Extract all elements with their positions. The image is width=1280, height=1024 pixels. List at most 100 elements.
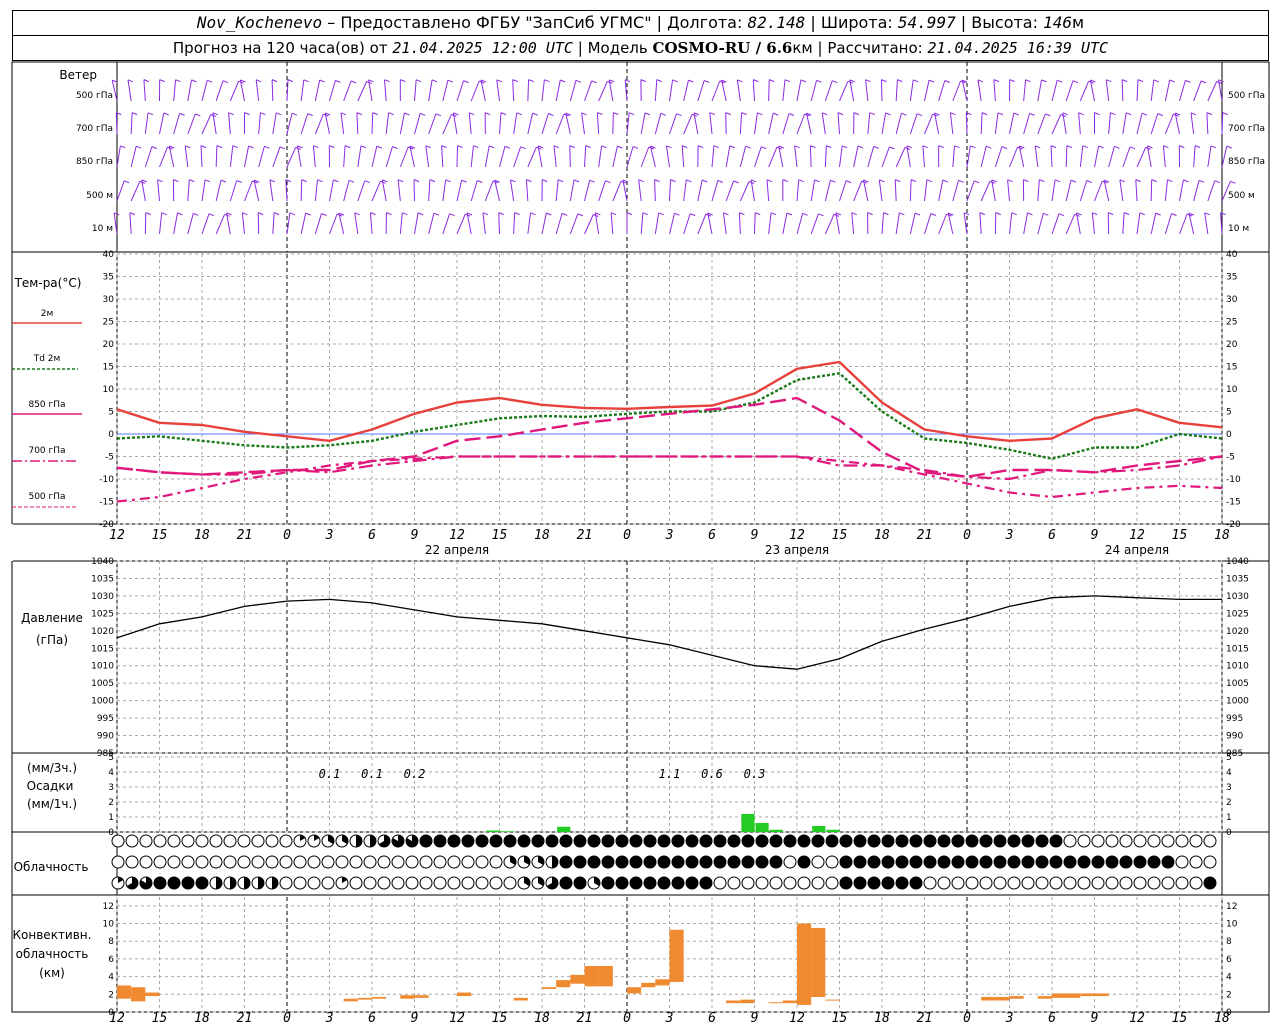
wind-shaft [269, 179, 274, 202]
wind-feather [504, 145, 511, 149]
wind-barb [654, 212, 664, 235]
wind-feather [1171, 213, 1177, 216]
wind-feather [1025, 79, 1031, 83]
wind-barb [143, 79, 150, 102]
wind-barb [1050, 145, 1057, 168]
wind-shaft [681, 145, 685, 168]
wind-shaft [442, 80, 449, 102]
cloud-circle [531, 834, 545, 848]
wind-shaft [456, 179, 463, 202]
cloud-symbol [125, 876, 139, 890]
cloud-circle [321, 855, 335, 869]
wind-barb [961, 79, 968, 102]
x-tick-bottom-13: 3 [665, 1011, 674, 1024]
cloud-circle [1105, 876, 1119, 890]
cloud-symbol [461, 834, 475, 848]
conv-bar-9 [513, 997, 528, 1001]
wind-barb [442, 79, 454, 102]
wind-barb [1207, 145, 1217, 168]
wind-barb [895, 112, 907, 135]
wind-shaft [1065, 214, 1076, 235]
cloud-symbol [433, 834, 447, 848]
cloud-title: Облачность [14, 860, 89, 874]
wind-shaft [569, 145, 571, 168]
cloud-symbol [1105, 876, 1119, 890]
cloud-symbol [265, 876, 279, 890]
wind-barb [1009, 112, 1019, 135]
cloud-symbol [727, 834, 741, 848]
wind-feather [986, 145, 992, 149]
cloud-symbol [1063, 876, 1077, 890]
wind-shaft [1122, 146, 1131, 168]
wind-feather [814, 179, 820, 183]
cloud-symbol [1133, 876, 1147, 890]
cloud-symbol [125, 834, 139, 848]
cloud-circle [1175, 834, 1189, 848]
wind-shaft [1009, 112, 1015, 135]
wind-barb [328, 145, 335, 168]
day-label-0: 22 апреля [425, 543, 489, 557]
wind-shaft [768, 112, 774, 135]
x-tick-bottom-11: 21 [577, 1011, 593, 1024]
wind-barb [1122, 146, 1136, 168]
wind-feather [585, 145, 591, 149]
pres-tick-right-1015: 1015 [1226, 644, 1249, 654]
x-tick-mid-10: 18 [534, 528, 550, 543]
cloud-symbol [601, 834, 615, 848]
wind-barb [782, 212, 793, 235]
wind-barb [371, 145, 382, 168]
wind-shaft [796, 113, 806, 135]
wind-shaft [1207, 81, 1218, 102]
wind-feather [1206, 112, 1213, 116]
cloud-symbol [923, 834, 937, 848]
wind-shaft [357, 180, 366, 202]
wind-barb [768, 212, 777, 235]
wind-barb [1178, 145, 1185, 168]
wind-barb [1150, 212, 1161, 235]
cloud-symbol [909, 876, 923, 890]
wind-barb [853, 145, 864, 168]
wind-shaft [839, 81, 849, 102]
cloud-circle [391, 876, 405, 890]
cloud-symbol [573, 855, 587, 869]
wind-barb [837, 112, 844, 135]
cloud-fill [258, 877, 264, 889]
wind-barb [354, 212, 360, 235]
cloud-symbol [1035, 855, 1049, 869]
x-tick-bottom-2: 18 [194, 1011, 210, 1024]
wind-shaft [1094, 180, 1103, 202]
cloud-circle [167, 855, 181, 869]
cloud-circle [615, 834, 629, 848]
wind-shaft [979, 212, 982, 235]
wind-feather [256, 79, 262, 83]
wind-barb [356, 112, 363, 135]
cloud-symbol [503, 834, 517, 848]
wind-feather [561, 212, 568, 216]
wind-barb [1221, 112, 1228, 135]
wind-barb [851, 212, 857, 235]
cloud-circle [1161, 834, 1175, 848]
wind-barb [425, 145, 431, 168]
wind-barb [286, 112, 298, 135]
cloud-symbol [1189, 834, 1203, 848]
wind-feather [1007, 179, 1013, 183]
conv-bar-3 [343, 998, 358, 1002]
x-tick-mid-4: 0 [283, 528, 291, 543]
wind-barb [796, 79, 807, 102]
cloud-circle [1091, 834, 1105, 848]
wind-shaft [782, 79, 786, 102]
wind-barb [1037, 113, 1051, 135]
cloud-symbol [377, 876, 391, 890]
conv-bar-5 [372, 996, 387, 999]
x-tick-mid-16: 12 [789, 528, 805, 543]
conv-bar-1 [131, 987, 146, 1002]
cloud-circle [1189, 876, 1203, 890]
cloud-symbol [447, 834, 461, 848]
wind-feather [575, 79, 582, 83]
wind-feather [832, 80, 838, 84]
x-tick-mid-1: 15 [152, 528, 168, 543]
cloud-circle [993, 876, 1007, 890]
cloud-symbol [825, 876, 839, 890]
wind-barb [754, 146, 767, 168]
wind-feather [773, 112, 779, 116]
